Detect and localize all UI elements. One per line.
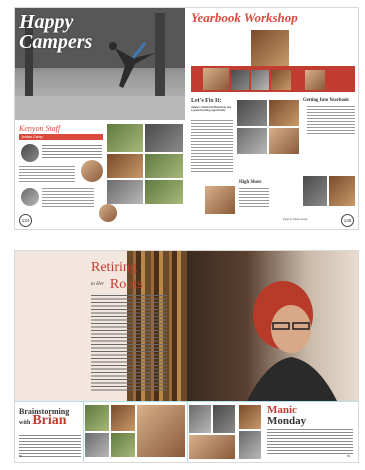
retiring-title: Retiring to Her Roots <box>91 261 171 293</box>
retiring-article-body <box>91 295 167 393</box>
title-with: with <box>19 420 31 426</box>
left-page: Happy Campers Kenyon Staff Jordan Camp 1… <box>15 8 185 229</box>
workshop-photo-3 <box>237 128 267 154</box>
workshop-photo-2 <box>269 100 299 126</box>
staff-photo-2 <box>81 160 103 182</box>
title-roots: Roots <box>109 277 143 292</box>
title-line-happy: Happy <box>19 11 74 33</box>
grid-photo-4 <box>145 154 183 178</box>
section-subheading-bar: Jordan Camp <box>19 134 103 140</box>
sidebar-body-1 <box>191 120 233 172</box>
high-shots-heading: High Shots <box>239 180 262 185</box>
section-heading: Kenyon Staff <box>19 124 61 133</box>
workshop-photo-6 <box>329 176 355 206</box>
grid-photo-2 <box>145 124 183 152</box>
workshop-banner: Yearbook Workshop <box>191 10 298 25</box>
sidebar-lets-fix-it: Let's Fix It: <box>191 98 222 104</box>
manic-photo-4 <box>239 431 261 459</box>
manic-photo-2 <box>213 405 235 433</box>
title-to-her: to Her <box>91 281 104 287</box>
page-credit: Page by Marie Gorge <box>283 218 308 221</box>
retiree-portrait-photo <box>187 251 358 401</box>
manic-photo-1 <box>189 405 211 433</box>
camper-portrait-photo <box>251 30 289 66</box>
strip-photo-4 <box>271 70 291 90</box>
workshop-photo-4 <box>269 128 299 154</box>
brian-photo-4 <box>111 433 135 457</box>
strip-photo-1 <box>203 68 229 90</box>
brian-photo-3 <box>85 433 109 457</box>
happy-campers-title: Happy Campers <box>19 12 92 52</box>
manic-photo-main <box>189 435 235 459</box>
strip-photo-5 <box>305 70 325 90</box>
title-retiring: Retiring <box>91 260 137 275</box>
strip-photo-2 <box>231 70 249 90</box>
workshop-photo-7 <box>205 186 235 214</box>
staff-photo-1 <box>21 144 39 162</box>
grid-photo-7 <box>99 204 117 222</box>
grid-photo-5 <box>107 180 143 204</box>
right-page-2: Manic Monday 89 <box>187 251 358 462</box>
staff-bio-2 <box>42 188 94 208</box>
left-page-2: Retiring to Her Roots Brainstorming with… <box>15 251 187 462</box>
yearbook-spread-camp: Happy Campers Kenyon Staff Jordan Camp 1… <box>15 8 358 229</box>
sidebar-getting-into-yearbook: Getting Into Yearbook <box>303 98 349 103</box>
grid-photo-1 <box>107 124 143 152</box>
retiree-silhouette-icon <box>247 281 337 401</box>
manic-photo-3 <box>239 405 261 429</box>
brian-photo-main <box>137 405 185 457</box>
title-brian: Brian <box>32 413 67 428</box>
brian-photo-2 <box>111 405 135 431</box>
manic-body <box>267 429 353 455</box>
title-monday: Monday <box>267 415 307 427</box>
brainstorming-body <box>19 435 81 457</box>
title-line-campers: Campers <box>19 31 93 53</box>
yearbook-spread-retiring: Retiring to Her Roots Brainstorming with… <box>15 251 358 462</box>
grid-photo-3 <box>107 154 143 178</box>
staff-bio-1 <box>19 166 75 182</box>
workshop-photo-1 <box>237 100 267 126</box>
section-subheading: Jordan Camp <box>21 135 43 139</box>
page-number-left-text: 134 <box>21 218 30 223</box>
brainstorming-title: Brainstorming with Brian <box>19 407 69 428</box>
staff-photo-3 <box>21 188 39 206</box>
page-number-right-2: 89 <box>347 455 350 458</box>
workshop-photo-5 <box>303 176 327 206</box>
manic-monday-title: Manic Monday <box>267 405 306 427</box>
page-number-right-text: 135 <box>343 218 352 223</box>
page-number-left: 134 <box>19 214 32 227</box>
brian-photo-1 <box>85 405 109 431</box>
page-number-right: 135 <box>341 214 354 227</box>
sidebar-body-3 <box>239 188 269 208</box>
dancer-photo: Happy Campers <box>15 8 185 120</box>
grid-photo-6 <box>145 180 183 204</box>
right-page: Yearbook Workshop Let's Fix It: Jamie's … <box>187 8 358 229</box>
staff-caption-1 <box>42 145 102 159</box>
sidebar-lets-fix-it-sub: Jamie's Yearbook Workshop has a great bo… <box>191 106 232 113</box>
page-number-left-2: 88 <box>19 455 22 458</box>
strip-photo-3 <box>251 70 269 90</box>
sidebar-body-2 <box>307 106 355 136</box>
